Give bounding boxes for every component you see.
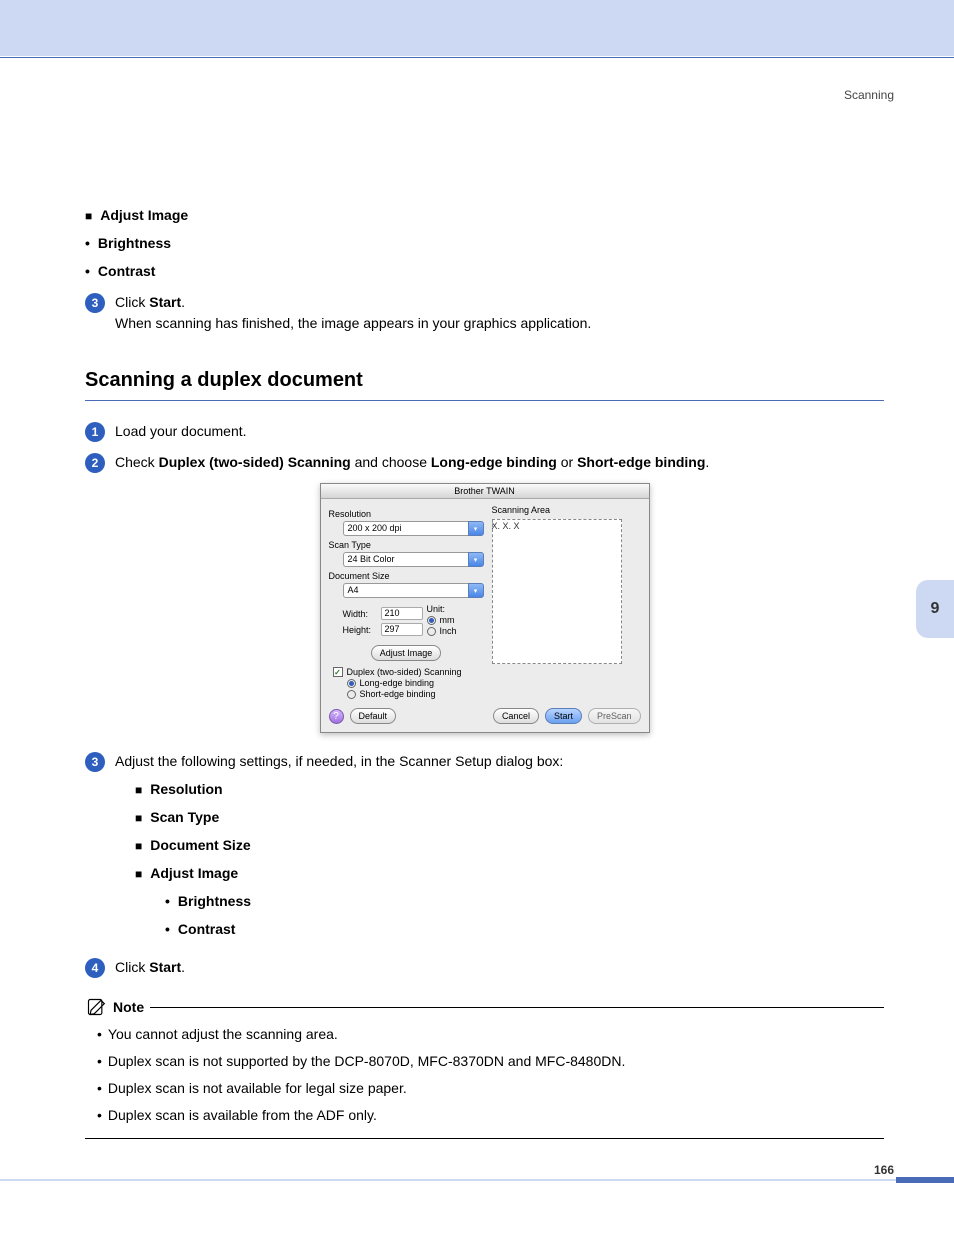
resolution-select[interactable]: 200 x 200 dpi ▾ bbox=[343, 521, 484, 536]
step-2: 2 Check Duplex (two-sided) Scanning and … bbox=[85, 452, 884, 473]
dialog-title: Brother TWAIN bbox=[321, 484, 649, 499]
scanning-area-label: Scanning Area bbox=[492, 505, 641, 515]
step-3-text: Adjust the following settings, if needed… bbox=[115, 751, 884, 772]
setting-docsize: Document Size bbox=[135, 835, 884, 856]
height-label: Height: bbox=[343, 625, 375, 635]
adjust-image-button[interactable]: Adjust Image bbox=[371, 645, 442, 661]
dropdown-arrow-icon: ▾ bbox=[468, 552, 484, 567]
setting-adjust-image: Adjust Image bbox=[135, 863, 884, 884]
cancel-button[interactable]: Cancel bbox=[493, 708, 539, 724]
note-title: Note bbox=[113, 999, 144, 1015]
setting-resolution: Resolution bbox=[135, 779, 884, 800]
adjust-image-item: Adjust Image bbox=[85, 205, 884, 226]
note-icon bbox=[85, 996, 107, 1018]
width-label: Width: bbox=[343, 609, 375, 619]
contrast-item: Contrast bbox=[85, 261, 884, 282]
note-item-1: You cannot adjust the scanning area. bbox=[97, 1024, 884, 1045]
start-button[interactable]: Start bbox=[545, 708, 582, 724]
note-line bbox=[150, 1007, 884, 1008]
note-end-line bbox=[85, 1138, 884, 1139]
docsize-label: Document Size bbox=[329, 571, 484, 581]
setting-contrast: Contrast bbox=[165, 919, 884, 940]
scantype-select[interactable]: 24 Bit Color ▾ bbox=[343, 552, 484, 567]
setting-scantype: Scan Type bbox=[135, 807, 884, 828]
unit-mm-radio[interactable]: mm bbox=[427, 615, 457, 625]
step-1: 1 Load your document. bbox=[85, 421, 884, 442]
chapter-tab: 9 bbox=[916, 580, 954, 638]
note-item-3: Duplex scan is not available for legal s… bbox=[97, 1078, 884, 1099]
twain-dialog: Brother TWAIN Resolution 200 x 200 dpi ▾… bbox=[320, 483, 650, 733]
page-number: 166 bbox=[874, 1163, 894, 1177]
long-edge-radio[interactable]: Long-edge binding bbox=[347, 678, 484, 688]
page-footer: 166 bbox=[0, 1179, 954, 1193]
note-item-2: Duplex scan is not supported by the DCP-… bbox=[97, 1051, 884, 1072]
width-input[interactable]: 210 bbox=[381, 607, 423, 620]
section-title: Scanning a duplex document bbox=[85, 369, 884, 392]
section-divider bbox=[85, 400, 884, 401]
scantype-label: Scan Type bbox=[329, 540, 484, 550]
note-header: Note bbox=[85, 996, 884, 1018]
step-number-icon: 1 bbox=[85, 422, 105, 442]
brightness-item: Brightness bbox=[85, 233, 884, 254]
height-input[interactable]: 297 bbox=[381, 623, 423, 636]
dropdown-arrow-icon: ▾ bbox=[468, 583, 484, 598]
step-3-top: 3 Click Start. When scanning has finishe… bbox=[85, 292, 884, 334]
step-4: 4 Click Start. bbox=[85, 957, 884, 978]
unit-label: Unit: bbox=[427, 604, 457, 614]
default-button[interactable]: Default bbox=[350, 708, 397, 724]
setting-brightness: Brightness bbox=[165, 891, 884, 912]
resolution-label: Resolution bbox=[329, 509, 484, 519]
scanning-area-preview[interactable] bbox=[492, 519, 622, 664]
prescan-button[interactable]: PreScan bbox=[588, 708, 641, 724]
help-button[interactable]: ? bbox=[329, 709, 344, 724]
top-band bbox=[0, 0, 954, 56]
step3-line2: When scanning has finished, the image ap… bbox=[115, 315, 591, 331]
step-3: 3 Adjust the following settings, if need… bbox=[85, 751, 884, 947]
note-item-4: Duplex scan is available from the ADF on… bbox=[97, 1105, 884, 1126]
short-edge-radio[interactable]: Short-edge binding bbox=[347, 689, 484, 699]
running-header: Scanning bbox=[844, 88, 894, 102]
step-number-icon: 3 bbox=[85, 752, 105, 772]
dropdown-arrow-icon: ▾ bbox=[468, 521, 484, 536]
duplex-checkbox[interactable]: ✓Duplex (two-sided) Scanning bbox=[333, 667, 484, 677]
version-label: X. X. X bbox=[491, 521, 519, 531]
unit-inch-radio[interactable]: Inch bbox=[427, 626, 457, 636]
docsize-select[interactable]: A4 ▾ bbox=[343, 583, 484, 598]
step-number-icon: 4 bbox=[85, 958, 105, 978]
step-number-icon: 2 bbox=[85, 453, 105, 473]
step-1-text: Load your document. bbox=[115, 421, 884, 442]
step-number-icon: 3 bbox=[85, 293, 105, 313]
